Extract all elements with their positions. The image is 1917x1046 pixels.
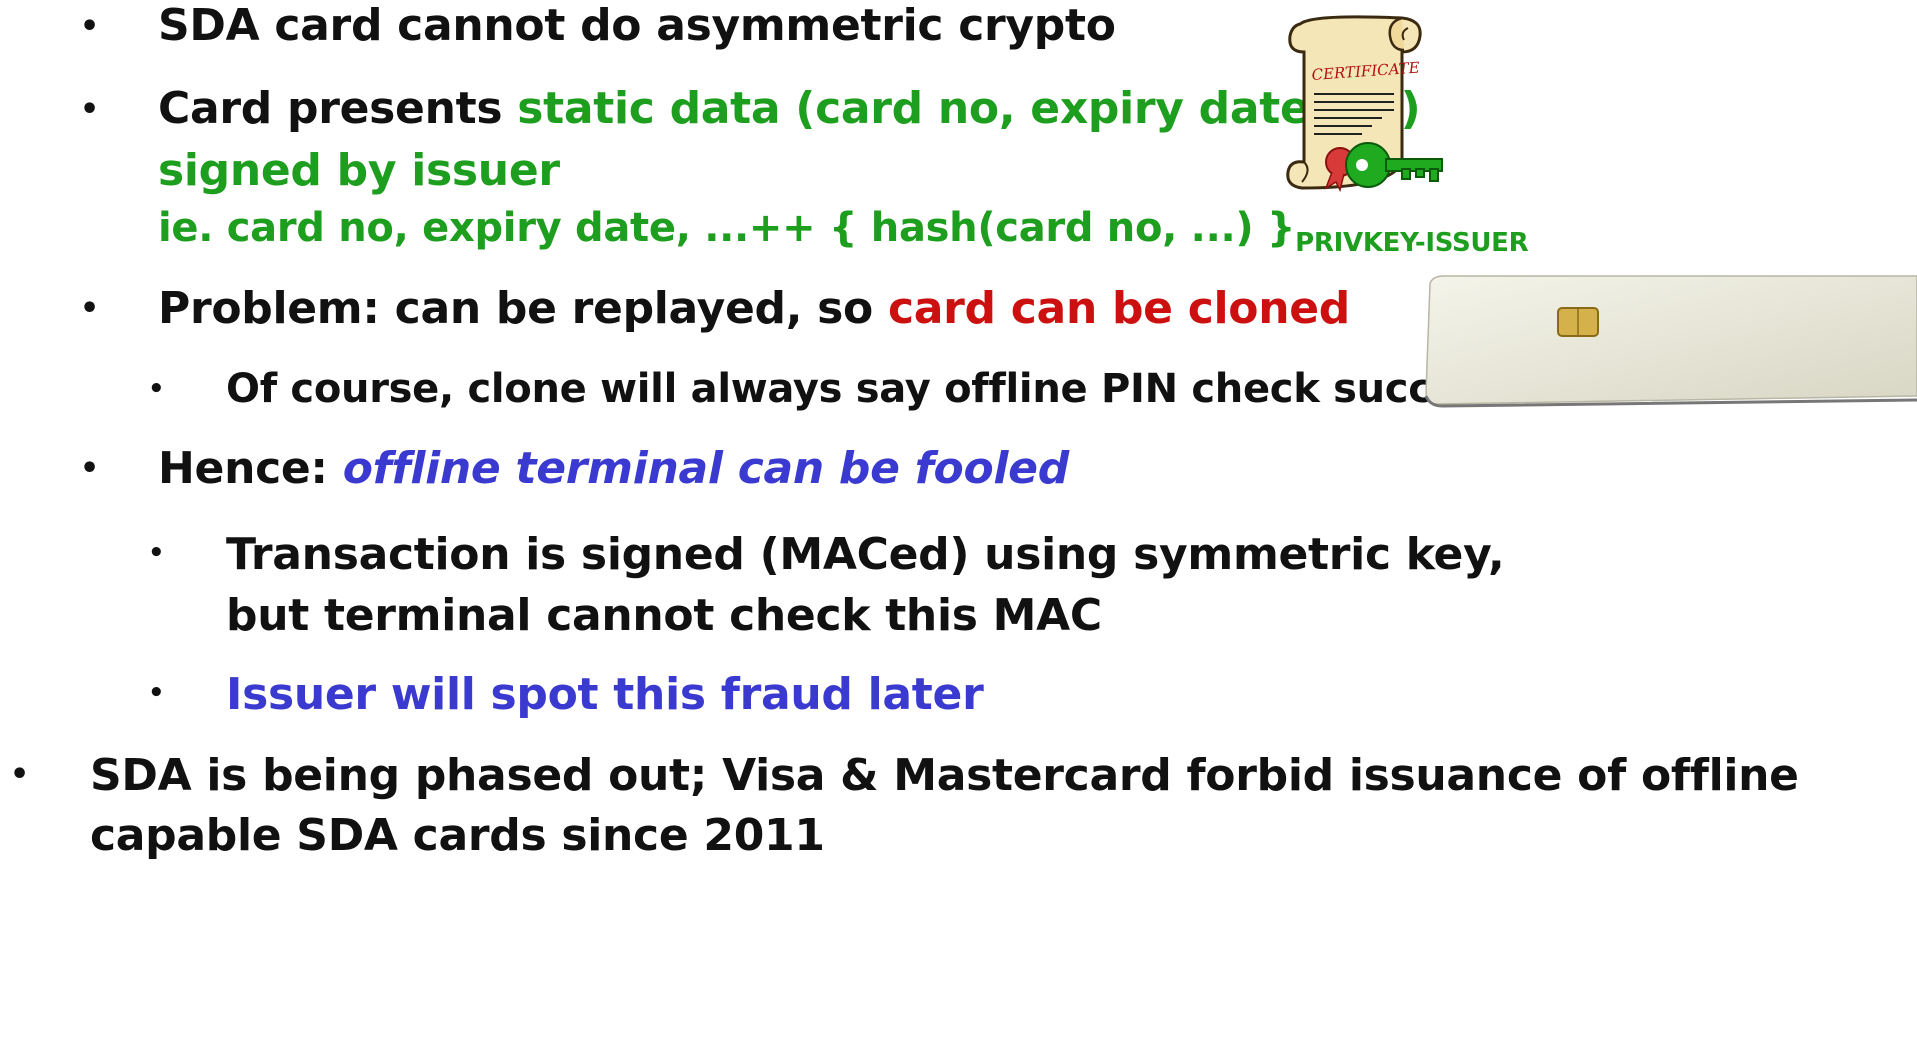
signed-by-issuer-text: signed by issuer: [158, 145, 560, 196]
bullet-dot: •: [80, 451, 100, 486]
problem-text: Problem: can be replayed, so: [158, 283, 888, 334]
signature-formula: ie. card no, expiry date, ...++ { hash(c…: [158, 205, 1529, 258]
smart-card-icon: [1418, 272, 1917, 412]
formula-text: ie. card no, expiry date, ...++ { hash(c…: [158, 205, 1296, 251]
card-presents-text: Card presents: [158, 83, 518, 134]
sub-bullet-dot: •: [148, 678, 165, 708]
bullet-dot: •: [80, 9, 100, 44]
bullet-dot: •: [80, 92, 100, 127]
hence-text: Hence:: [158, 443, 343, 494]
privkey-issuer-subscript: PRIVKEY-ISSUER: [1295, 228, 1529, 258]
bullet-sda-since-2011: capable SDA cards since 2011: [90, 810, 825, 861]
sub-bullet-dot: •: [148, 374, 165, 404]
sub-bullet-issuer-fraud: Issuer will spot this fraud later: [226, 669, 984, 720]
bullet-problem-replayed: Problem: can be replayed, so card can be…: [158, 283, 1350, 334]
sub-bullet-dot: •: [148, 538, 165, 568]
sub-bullet-transaction-maced: Transaction is signed (MACed) using symm…: [226, 529, 1505, 580]
sub-bullet-terminal-cannot-check: but terminal cannot check this MAC: [226, 590, 1102, 641]
card-cloned-text: card can be cloned: [887, 283, 1350, 334]
bullet-card-presents: Card presents static data (card no, expi…: [158, 83, 1421, 134]
bullet-dot: •: [10, 757, 30, 792]
bullet-dot: •: [80, 291, 100, 326]
terminal-fooled-text: offline terminal can be fooled: [342, 443, 1069, 494]
green-key-icon: [1340, 135, 1450, 195]
bullet-sda-asymmetric: SDA card cannot do asymmetric crypto: [158, 0, 1116, 51]
bullet-hence: Hence: offline terminal can be fooled: [158, 443, 1069, 494]
sub-bullet-clone-pin: Of course, clone will always say offline…: [226, 366, 1569, 412]
bullet-sda-phased-out: SDA is being phased out; Visa & Masterca…: [90, 750, 1799, 801]
